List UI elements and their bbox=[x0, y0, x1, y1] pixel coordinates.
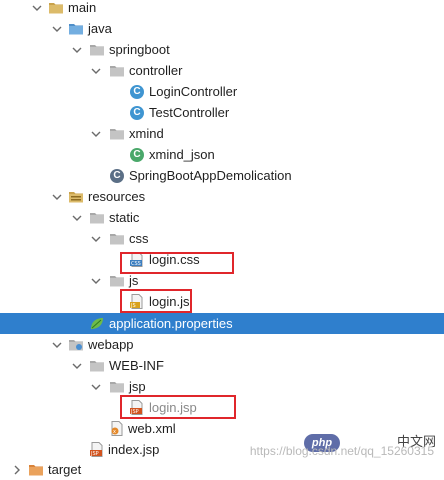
tree-row-web-inf[interactable]: WEB-INF bbox=[0, 355, 444, 376]
svg-text:JSP: JSP bbox=[90, 451, 99, 457]
tree-label: application.properties bbox=[109, 316, 233, 331]
chevron-down-icon[interactable] bbox=[30, 0, 44, 18]
class-icon: C bbox=[130, 148, 144, 162]
jsp-file-icon: JSP bbox=[129, 400, 145, 415]
tree-label: java bbox=[88, 21, 112, 36]
folder-icon bbox=[109, 231, 125, 246]
tree-row-xmind[interactable]: xmind bbox=[0, 123, 444, 144]
tree-row-login-js[interactable]: JS login.js bbox=[0, 291, 444, 312]
svg-text:JS: JS bbox=[130, 303, 136, 309]
tree-row-app-class[interactable]: C SpringBootAppDemolication bbox=[0, 165, 444, 186]
folder-icon bbox=[89, 358, 105, 373]
tree-row-resources[interactable]: resources bbox=[0, 186, 444, 207]
source-folder-icon bbox=[68, 21, 84, 36]
tree-label: login.jsp bbox=[149, 400, 197, 415]
package-icon bbox=[109, 63, 125, 78]
tree-row-login-jsp[interactable]: JSP login.jsp bbox=[0, 397, 444, 418]
tree-label: css bbox=[129, 231, 149, 246]
tree-label: js bbox=[129, 273, 139, 288]
resources-folder-icon bbox=[68, 189, 84, 204]
tree-label: TestController bbox=[149, 105, 230, 120]
tree-label: SpringBootAppDemolication bbox=[129, 168, 292, 183]
tree-row-target[interactable]: target bbox=[0, 459, 444, 480]
tree-row-static[interactable]: static bbox=[0, 207, 444, 228]
tree-label: login.css bbox=[149, 252, 200, 267]
class-icon: C bbox=[130, 106, 144, 120]
chevron-down-icon[interactable] bbox=[70, 207, 84, 228]
tree-row-springboot[interactable]: springboot bbox=[0, 39, 444, 60]
tree-row-application-properties[interactable]: application.properties bbox=[0, 313, 444, 334]
chevron-down-icon[interactable] bbox=[89, 60, 103, 81]
chevron-down-icon[interactable] bbox=[89, 376, 103, 397]
tree-label: WEB-INF bbox=[109, 358, 164, 373]
chevron-down-icon[interactable] bbox=[89, 270, 103, 291]
chevron-right-icon[interactable] bbox=[10, 459, 24, 480]
chevron-down-icon[interactable] bbox=[50, 186, 64, 207]
js-file-icon: JS bbox=[129, 294, 145, 309]
package-icon bbox=[89, 42, 105, 57]
folder-icon bbox=[109, 379, 125, 394]
folder-icon bbox=[109, 273, 125, 288]
tree-label: web.xml bbox=[128, 421, 176, 436]
chevron-down-icon[interactable] bbox=[50, 334, 64, 355]
svg-text:x: x bbox=[113, 429, 116, 435]
project-tree: main java springboot controller C LoginC… bbox=[0, 0, 444, 477]
chevron-down-icon[interactable] bbox=[50, 18, 64, 39]
folder-icon bbox=[89, 210, 105, 225]
tree-row-java[interactable]: java bbox=[0, 18, 444, 39]
tree-label: target bbox=[48, 462, 82, 477]
tree-row-test-controller[interactable]: C TestController bbox=[0, 102, 444, 123]
chevron-down-icon[interactable] bbox=[89, 228, 103, 249]
tree-label: springboot bbox=[109, 42, 170, 57]
folder-icon bbox=[48, 0, 64, 15]
tree-label: jsp bbox=[129, 379, 146, 394]
class-icon: C bbox=[130, 85, 144, 99]
tree-label: LoginController bbox=[149, 84, 238, 99]
chevron-down-icon[interactable] bbox=[89, 123, 103, 144]
tree-row-js[interactable]: js bbox=[0, 270, 444, 291]
tree-label: xmind_json bbox=[149, 147, 215, 162]
tree-row-login-controller[interactable]: C LoginController bbox=[0, 81, 444, 102]
tree-label: xmind bbox=[129, 126, 164, 141]
tree-label: main bbox=[68, 0, 97, 15]
tree-label: webapp bbox=[88, 337, 134, 352]
excluded-folder-icon bbox=[28, 462, 44, 477]
tree-row-web-xml[interactable]: x web.xml bbox=[0, 418, 444, 439]
css-file-icon: CSS bbox=[129, 252, 145, 267]
tree-row-css[interactable]: css bbox=[0, 228, 444, 249]
tree-row-xmind-json[interactable]: C xmind_json bbox=[0, 144, 444, 165]
watermark-url: https://blog.csdn.net/qq_15260315 bbox=[249, 444, 434, 458]
chevron-down-icon[interactable] bbox=[70, 355, 84, 376]
spring-boot-class-icon: C bbox=[110, 169, 124, 183]
svg-text:JSP: JSP bbox=[130, 409, 139, 415]
tree-label: resources bbox=[88, 189, 146, 204]
tree-label: index.jsp bbox=[108, 442, 160, 457]
web-folder-icon bbox=[68, 337, 84, 352]
tree-row-webapp[interactable]: webapp bbox=[0, 334, 444, 355]
jsp-file-icon: JSP bbox=[89, 442, 105, 457]
tree-label: login.js bbox=[149, 294, 190, 309]
tree-row-main[interactable]: main bbox=[0, 0, 444, 18]
svg-text:CSS: CSS bbox=[131, 261, 141, 267]
tree-row-controller[interactable]: controller bbox=[0, 60, 444, 81]
tree-label: controller bbox=[129, 63, 183, 78]
properties-leaf-icon bbox=[89, 316, 105, 331]
tree-label: static bbox=[109, 210, 140, 225]
package-icon bbox=[109, 126, 125, 141]
xml-file-icon: x bbox=[109, 421, 125, 436]
chevron-down-icon[interactable] bbox=[70, 39, 84, 60]
tree-row-jsp[interactable]: jsp bbox=[0, 376, 444, 397]
tree-row-login-css[interactable]: CSS login.css bbox=[0, 249, 444, 270]
